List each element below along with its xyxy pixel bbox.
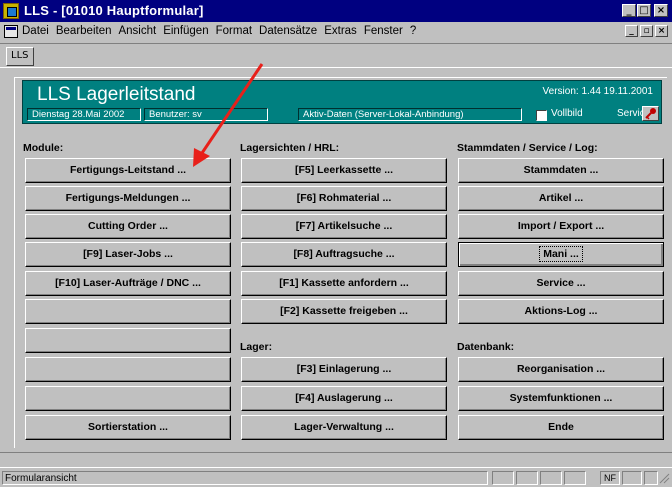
menu-fenster[interactable]: Fenster xyxy=(364,25,403,37)
artikelsuche-button[interactable]: [F7] Artikelsuche ... xyxy=(241,214,447,239)
section-module: Module: xyxy=(23,142,64,154)
menu-bearbeiten[interactable]: Bearbeiten xyxy=(56,25,112,37)
section-datenbank: Datenbank: xyxy=(457,341,515,353)
vollbild-label: Vollbild xyxy=(551,108,583,119)
mdi-restore-button[interactable]: ▫ xyxy=(640,25,653,37)
resize-grip-icon[interactable] xyxy=(658,472,670,484)
fertigungs-meldungen-button[interactable]: Fertigungs-Meldungen ... xyxy=(25,186,231,211)
menu-help[interactable]: ? xyxy=(410,25,416,37)
laser-jobs-button[interactable]: [F9] Laser-Jobs ... xyxy=(25,242,231,267)
section-stammdaten: Stammdaten / Service / Log: xyxy=(457,142,598,154)
menu-datei[interactable]: Datei xyxy=(22,25,49,37)
empty-button-1[interactable] xyxy=(25,299,231,324)
aktions-log-button[interactable]: Aktions-Log ... xyxy=(458,299,664,324)
mdi-minimize-button[interactable]: _ xyxy=(625,25,638,37)
empty-button-4[interactable] xyxy=(25,386,231,411)
status-box-3 xyxy=(540,471,562,485)
vollbild-checkbox[interactable] xyxy=(536,110,547,121)
reorganisation-button[interactable]: Reorganisation ... xyxy=(458,357,664,382)
toolbar-lls-button[interactable]: LLS xyxy=(6,47,34,66)
status-box-6 xyxy=(622,471,642,485)
data-source-field: Aktiv-Daten (Server-Lokal-Anbindung) xyxy=(298,108,522,121)
service-key-button[interactable] xyxy=(642,106,659,121)
service-button[interactable]: Service ... xyxy=(458,271,664,296)
status-bar: Formularansicht NF xyxy=(0,467,672,487)
section-lager: Lager: xyxy=(240,341,273,353)
menu-bar: Datei Bearbeiten Ansicht Einfügen Format… xyxy=(0,22,672,42)
window-title: LLS - [01010 Hauptformular] xyxy=(24,3,204,18)
kassette-anfordern-button[interactable]: [F1] Kassette anfordern ... xyxy=(241,271,447,296)
app-icon[interactable] xyxy=(3,3,19,19)
menu-datensaetze[interactable]: Datensätze xyxy=(259,25,317,37)
import-export-button[interactable]: Import / Export ... xyxy=(458,214,664,239)
sortierstation-button[interactable]: Sortierstation ... xyxy=(25,415,231,440)
toolbar: LLS xyxy=(0,43,672,68)
systemfunktionen-button[interactable]: Systemfunktionen ... xyxy=(458,386,664,411)
section-lagersichten: Lagersichten / HRL: xyxy=(240,142,340,154)
kassette-freigeben-button[interactable]: [F2] Kassette freigeben ... xyxy=(241,299,447,324)
status-nf: NF xyxy=(600,471,620,485)
ende-button[interactable]: Ende xyxy=(458,415,664,440)
menu-extras[interactable]: Extras xyxy=(324,25,357,37)
menu-ansicht[interactable]: Ansicht xyxy=(118,25,156,37)
version-label: Version: 1.44 19.11.2001 xyxy=(542,86,653,97)
laser-auftraege-dnc-button[interactable]: [F10] Laser-Aufträge / DNC ... xyxy=(25,271,231,296)
status-box-7 xyxy=(644,471,658,485)
window-title-bar: LLS - [01010 Hauptformular] _ □ × xyxy=(0,0,672,22)
empty-button-2[interactable] xyxy=(25,328,231,353)
user-field: Benutzer: sv xyxy=(144,108,268,121)
mani-button[interactable]: Mani ... xyxy=(458,242,664,267)
menu-items: Datei Bearbeiten Ansicht Einfügen Format… xyxy=(22,25,423,37)
maximize-button[interactable]: □ xyxy=(637,4,651,17)
menu-einfuegen[interactable]: Einfügen xyxy=(163,25,208,37)
status-box-1 xyxy=(492,471,514,485)
app-title: LLS Lagerleitstand xyxy=(37,84,196,105)
stammdaten-button[interactable]: Stammdaten ... xyxy=(458,158,664,183)
document-icon[interactable] xyxy=(4,25,18,38)
artikel-button[interactable]: Artikel ... xyxy=(458,186,664,211)
einlagerung-button[interactable]: [F3] Einlagerung ... xyxy=(241,357,447,382)
menu-format[interactable]: Format xyxy=(216,25,252,37)
status-box-2 xyxy=(516,471,538,485)
date-field: Dienstag 28.Mai 2002 xyxy=(27,108,141,121)
mdi-controls: _ ▫ × xyxy=(623,25,668,37)
fertigungs-leitstand-button[interactable]: Fertigungs-Leitstand ... xyxy=(25,158,231,183)
rohmaterial-button[interactable]: [F6] Rohmaterial ... xyxy=(241,186,447,211)
auftragsuche-button[interactable]: [F8] Auftragsuche ... xyxy=(241,242,447,267)
empty-button-3[interactable] xyxy=(25,357,231,382)
close-button[interactable]: × xyxy=(654,4,668,17)
leerkassette-button[interactable]: [F5] Leerkassette ... xyxy=(241,158,447,183)
minimize-button[interactable]: _ xyxy=(622,4,636,17)
mdi-close-button[interactable]: × xyxy=(655,25,668,37)
status-box-4 xyxy=(564,471,586,485)
form-header: LLS Lagerleitstand Version: 1.44 19.11.2… xyxy=(22,80,662,124)
auslagerung-button[interactable]: [F4] Auslagerung ... xyxy=(241,386,447,411)
cutting-order-button[interactable]: Cutting Order ... xyxy=(25,214,231,239)
horizontal-scrollbar[interactable] xyxy=(0,452,672,467)
key-icon xyxy=(645,108,656,120)
status-text: Formularansicht xyxy=(2,471,488,485)
lager-verwaltung-button[interactable]: Lager-Verwaltung ... xyxy=(241,415,447,440)
